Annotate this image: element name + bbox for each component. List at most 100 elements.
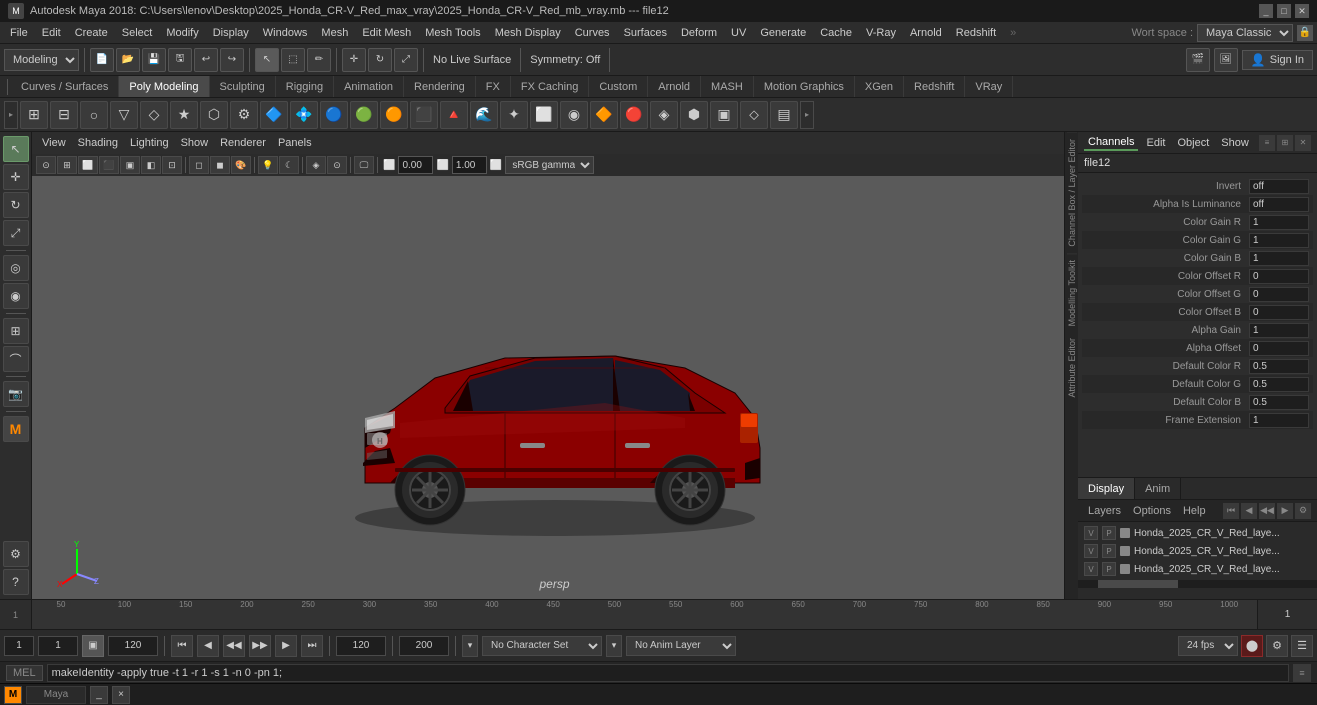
layer-visibility-2[interactable]: V <box>1084 544 1098 558</box>
maya-taskbar-label[interactable]: Maya <box>26 686 86 704</box>
vt-persp-toggle[interactable]: ⬛ <box>99 156 119 174</box>
menu-vray[interactable]: V-Ray <box>860 25 902 41</box>
snap-to-curve[interactable]: ⌒ <box>3 346 29 372</box>
shelf-btn-12[interactable]: 🟢 <box>350 101 378 129</box>
vt-textured[interactable]: 🎨 <box>231 156 251 174</box>
shelf-btn-26[interactable]: ▤ <box>770 101 798 129</box>
maximize-button[interactable]: □ <box>1277 4 1291 18</box>
prev-frame-button[interactable]: ◀ <box>197 635 219 657</box>
shelf-btn-19[interactable]: ◉ <box>560 101 588 129</box>
vt-top-view[interactable]: ⊡ <box>162 156 182 174</box>
vp-menu-show[interactable]: Show <box>177 136 213 150</box>
color-gain-b-value[interactable]: 1 <box>1249 251 1309 266</box>
menu-windows[interactable]: Windows <box>257 25 314 41</box>
vt-xray[interactable]: ◈ <box>306 156 326 174</box>
mel-python-toggle[interactable]: MEL <box>6 665 43 681</box>
move-tool-button[interactable]: ✛ <box>342 48 366 72</box>
layer-scrollbar[interactable] <box>1078 580 1317 588</box>
layer-stop-icon[interactable]: ◀◀ <box>1259 503 1275 519</box>
tab-custom[interactable]: Custom <box>589 76 648 98</box>
scale-tool-button[interactable]: ⤢ <box>394 48 418 72</box>
layer-row-1[interactable]: V P Honda_2025_CR_V_Red_laye... <box>1080 524 1315 542</box>
shelf-btn-6[interactable]: ★ <box>170 101 198 129</box>
tab-animation[interactable]: Animation <box>334 76 404 98</box>
shelf-btn-24[interactable]: ▣ <box>710 101 738 129</box>
channel-box-close-icon[interactable]: ✕ <box>1295 135 1311 151</box>
open-scene-button[interactable]: 📂 <box>116 48 140 72</box>
shelf-btn-14[interactable]: ⬛ <box>410 101 438 129</box>
alpha-gain-value[interactable]: 1 <box>1249 323 1309 338</box>
menu-generate[interactable]: Generate <box>754 25 812 41</box>
layer-forward-icon[interactable]: ▶ <box>1277 503 1293 519</box>
shelf-btn-18[interactable]: ⬜ <box>530 101 558 129</box>
menu-create[interactable]: Create <box>69 25 114 41</box>
minimize-button[interactable]: _ <box>1259 4 1273 18</box>
shelf-btn-8[interactable]: ⚙ <box>230 101 258 129</box>
menu-redshift[interactable]: Redshift <box>950 25 1002 41</box>
display-tab[interactable]: Display <box>1078 478 1135 500</box>
modeling-toolkit-tab-strip[interactable]: Modelling Toolkit <box>1067 253 1077 332</box>
layer-row-2[interactable]: V P Honda_2025_CR_V_Red_laye... <box>1080 542 1315 560</box>
shelf-btn-10[interactable]: 💠 <box>290 101 318 129</box>
move-tool[interactable]: ✛ <box>3 164 29 190</box>
tool-settings[interactable]: ⚙ <box>3 541 29 567</box>
shelf-expand-button[interactable]: ▸ <box>4 101 18 129</box>
auto-key-button[interactable]: ⬤ <box>1241 635 1263 657</box>
workspace-dropdown[interactable]: Maya Classic <box>1197 24 1293 42</box>
select-tool-button[interactable]: ↖ <box>255 48 279 72</box>
min-taskbar-item[interactable]: × <box>112 686 130 704</box>
layer-playback-3[interactable]: P <box>1102 562 1116 576</box>
color-offset-b-value[interactable]: 0 <box>1249 305 1309 320</box>
vt-lighting-btn[interactable]: 💡 <box>258 156 278 174</box>
menu-cache[interactable]: Cache <box>814 25 858 41</box>
shelf-btn-9[interactable]: 🔷 <box>260 101 288 129</box>
mode-select[interactable]: Modeling <box>4 49 79 71</box>
object-tab[interactable]: Object <box>1173 136 1213 150</box>
layer-settings-icon[interactable]: ⚙ <box>1295 503 1311 519</box>
close-taskbar-item[interactable]: _ <box>90 686 108 704</box>
redo-button[interactable]: ↪ <box>220 48 244 72</box>
character-set-arrow[interactable]: ▾ <box>462 635 478 657</box>
shelf-btn-23[interactable]: ⬢ <box>680 101 708 129</box>
save-scene-button[interactable]: 💾 <box>142 48 166 72</box>
tab-curves-surfaces[interactable]: Curves / Surfaces <box>11 76 119 98</box>
shelf-btn-25[interactable]: ⬦ <box>740 101 768 129</box>
help-menu[interactable]: Help <box>1179 504 1210 518</box>
menu-more[interactable]: » <box>1004 25 1022 41</box>
vt-isolate[interactable]: ⊙ <box>327 156 347 174</box>
frame-stepper[interactable]: ▣ <box>82 635 104 657</box>
layer-playback-1[interactable]: P <box>1102 526 1116 540</box>
channel-box-expand-icon[interactable]: ⊞ <box>1277 135 1293 151</box>
vt-ortho-toggle[interactable]: ⬜ <box>78 156 98 174</box>
shelf-btn-7[interactable]: ⬡ <box>200 101 228 129</box>
anim-tab[interactable]: Anim <box>1135 478 1181 500</box>
mel-command-input[interactable] <box>47 664 1289 682</box>
render-view-button[interactable]: 🖼 <box>1214 48 1238 72</box>
menu-edit[interactable]: Edit <box>36 25 67 41</box>
camera-tools[interactable]: 📷 <box>3 381 29 407</box>
menu-select[interactable]: Select <box>116 25 159 41</box>
play-forward-button[interactable]: ▶▶ <box>249 635 271 657</box>
tab-mash[interactable]: MASH <box>701 76 754 98</box>
vt-wireframe[interactable]: ◻ <box>189 156 209 174</box>
shelf-btn-21[interactable]: 🔴 <box>620 101 648 129</box>
vt-side-view[interactable]: ◧ <box>141 156 161 174</box>
fps-dropdown[interactable]: 24 fps <box>1178 636 1238 656</box>
viewport-canvas[interactable]: H <box>32 176 1077 599</box>
layer-playback-2[interactable]: P <box>1102 544 1116 558</box>
sign-in-button[interactable]: 👤 Sign In <box>1242 50 1313 70</box>
menu-arnold[interactable]: Arnold <box>904 25 948 41</box>
anim-layer-dropdown[interactable]: No Anim Layer <box>626 636 736 656</box>
paint-select-button[interactable]: ✏ <box>307 48 331 72</box>
invert-value[interactable]: off <box>1249 179 1309 194</box>
tab-rendering[interactable]: Rendering <box>404 76 476 98</box>
show-hide-tool[interactable]: ◉ <box>3 283 29 309</box>
snap-to-grid[interactable]: ⊞ <box>3 318 29 344</box>
shelf-btn-1[interactable]: ⊞ <box>20 101 48 129</box>
shelf-btn-5[interactable]: ◇ <box>140 101 168 129</box>
close-button[interactable]: ✕ <box>1295 4 1309 18</box>
options-menu[interactable]: Options <box>1129 504 1175 518</box>
frame-extension-value[interactable]: 1 <box>1249 413 1309 428</box>
show-tab[interactable]: Show <box>1217 136 1253 150</box>
tab-fx-caching[interactable]: FX Caching <box>511 76 589 98</box>
